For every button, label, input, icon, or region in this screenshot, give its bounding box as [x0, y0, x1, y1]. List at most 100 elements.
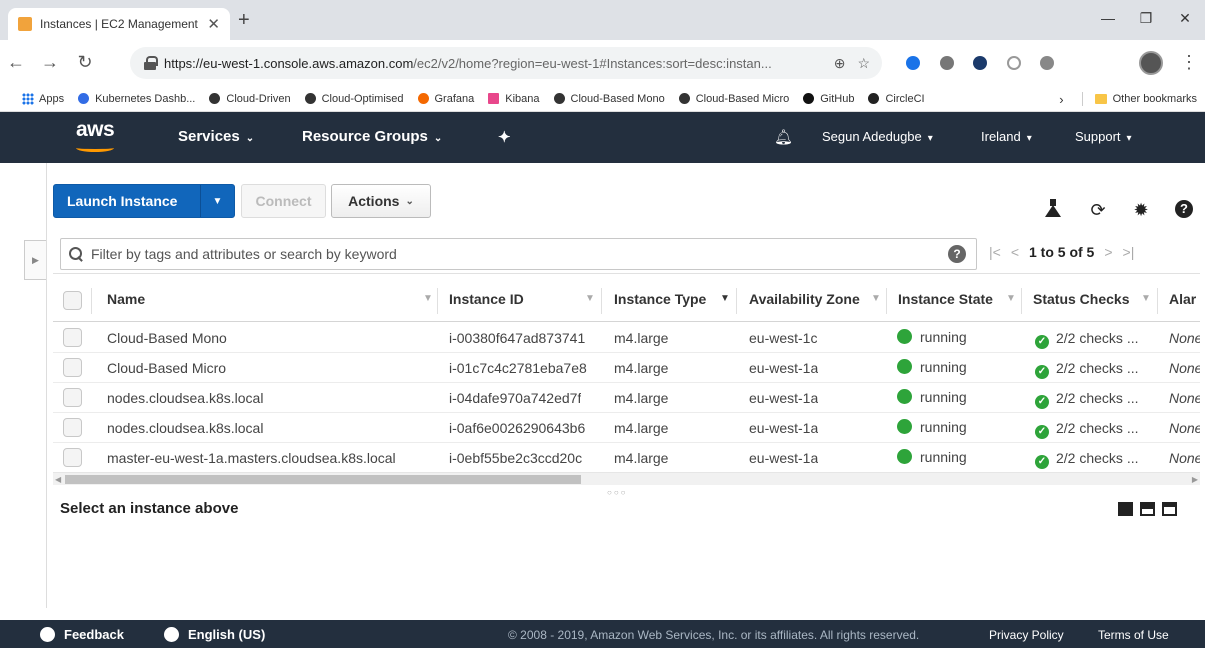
- table-row[interactable]: nodes.cloudsea.k8s.local i-0af6e00262906…: [53, 413, 1200, 443]
- sort-icon[interactable]: ▼: [1006, 293, 1016, 304]
- zoom-icon[interactable]: ⊕: [834, 55, 846, 72]
- table-row[interactable]: master-eu-west-1a.masters.cloudsea.k8s.l…: [53, 443, 1200, 473]
- connect-button[interactable]: Connect: [241, 184, 326, 218]
- table-row[interactable]: Cloud-Based Micro i-01c7c4c2781eba7e8 m4…: [53, 353, 1200, 383]
- scroll-left-icon[interactable]: ◀: [55, 473, 61, 486]
- launch-instance-button[interactable]: Launch Instance ▼: [53, 184, 235, 218]
- feedback-link[interactable]: Feedback: [40, 627, 124, 642]
- row-checkbox[interactable]: [63, 358, 82, 377]
- prev-page-icon[interactable]: <: [1011, 244, 1019, 260]
- region-menu[interactable]: Ireland ▾: [981, 129, 1032, 144]
- row-checkbox[interactable]: [63, 328, 82, 347]
- minimize-icon[interactable]: —: [1093, 10, 1123, 26]
- bookmark-grafana[interactable]: Grafana: [417, 93, 474, 105]
- actions-button[interactable]: Actions ⌄: [331, 184, 431, 218]
- apps-icon: [22, 92, 34, 105]
- bookmark-label: Cloud-Driven: [226, 92, 291, 105]
- services-menu[interactable]: Services ⌄: [178, 128, 254, 145]
- bookmark-kubernetes[interactable]: Kubernetes Dashb...: [78, 93, 195, 105]
- extension-icon[interactable]: [1040, 56, 1054, 70]
- reload-icon[interactable]: ↻: [73, 52, 97, 72]
- pane-resize-handle[interactable]: ○○○: [607, 488, 628, 497]
- column-header-alarm-status[interactable]: Alar: [1169, 291, 1196, 307]
- sort-icon[interactable]: ▼: [585, 293, 595, 304]
- bookmark-kibana[interactable]: Kibana: [488, 93, 540, 105]
- search-help-icon[interactable]: ?: [948, 245, 966, 263]
- layout-full-icon[interactable]: [1118, 502, 1133, 516]
- scroll-right-icon[interactable]: ▶: [1192, 473, 1198, 486]
- back-icon[interactable]: ←: [4, 52, 28, 72]
- sort-icon[interactable]: ▼: [423, 293, 433, 304]
- resource-groups-menu[interactable]: Resource Groups ⌄: [302, 128, 442, 145]
- divider: [601, 288, 602, 314]
- status-checks: ✓ 2/2 checks ...: [1035, 420, 1138, 439]
- extension-icon[interactable]: [906, 56, 920, 70]
- column-header-name[interactable]: Name: [107, 291, 145, 307]
- column-header-instance-state[interactable]: Instance State: [898, 291, 993, 307]
- bookmark-cloud-based-mono[interactable]: Cloud-Based Mono: [553, 93, 665, 105]
- row-checkbox[interactable]: [63, 418, 82, 437]
- bookmark-github[interactable]: GitHub: [803, 93, 854, 105]
- new-tab-icon[interactable]: +: [238, 10, 250, 30]
- horizontal-scrollbar[interactable]: ◀ ▶: [53, 472, 1200, 485]
- help-icon[interactable]: ?: [1175, 200, 1193, 218]
- column-header-instance-id[interactable]: Instance ID: [449, 291, 524, 307]
- beaker-icon[interactable]: [1045, 199, 1061, 217]
- restore-icon[interactable]: ❐: [1131, 10, 1161, 27]
- last-page-icon[interactable]: >|: [1123, 244, 1135, 260]
- close-tab-icon[interactable]: ✕: [207, 15, 220, 33]
- browser-tab[interactable]: Instances | EC2 Management C ✕: [8, 8, 230, 40]
- expand-sidebar-toggle[interactable]: ▶: [24, 240, 46, 280]
- status-checks: ✓ 2/2 checks ...: [1035, 390, 1138, 409]
- other-bookmarks[interactable]: Other bookmarks: [1113, 93, 1197, 105]
- bookmark-apps[interactable]: Apps: [22, 92, 64, 105]
- profile-avatar[interactable]: [1139, 51, 1163, 75]
- forward-icon[interactable]: →: [38, 52, 62, 72]
- gear-icon[interactable]: ✹: [1130, 200, 1152, 221]
- column-header-instance-type[interactable]: Instance Type: [614, 291, 706, 307]
- select-all-checkbox[interactable]: [63, 291, 82, 310]
- next-page-icon[interactable]: >: [1104, 244, 1112, 260]
- support-menu[interactable]: Support ▾: [1075, 129, 1132, 144]
- column-header-status-checks[interactable]: Status Checks: [1033, 291, 1129, 307]
- extension-icon[interactable]: [1007, 56, 1021, 70]
- browser-menu-icon[interactable]: ⋮: [1180, 52, 1198, 73]
- scrollbar-thumb[interactable]: [65, 475, 581, 484]
- account-menu[interactable]: Segun Adedugbe ▾: [822, 129, 933, 144]
- url-text: https://eu-west-1.console.aws.amazon.com…: [164, 56, 822, 71]
- bookmark-cloud-driven[interactable]: Cloud-Driven: [209, 92, 291, 105]
- search-input[interactable]: Filter by tags and attributes or search …: [60, 238, 977, 270]
- sort-icon[interactable]: ▼: [1141, 293, 1151, 304]
- table-row[interactable]: Cloud-Based Mono i-00380f647ad873741 m4.…: [53, 323, 1200, 353]
- layout-split-icon[interactable]: [1140, 502, 1155, 516]
- privacy-policy-link[interactable]: Privacy Policy: [989, 628, 1064, 642]
- table-row[interactable]: nodes.cloudsea.k8s.local i-04dafe970a742…: [53, 383, 1200, 413]
- terms-of-use-link[interactable]: Terms of Use: [1098, 628, 1169, 642]
- aws-console-nav: aws Services ⌄ Resource Groups ⌄ ✦ 🔔︎ Segu…: [0, 112, 1205, 163]
- pin-icon[interactable]: ✦: [498, 128, 511, 146]
- instance-name: nodes.cloudsea.k8s.local: [107, 390, 264, 406]
- copyright-text: © 2008 - 2019, Amazon Web Services, Inc.…: [508, 628, 920, 642]
- row-checkbox[interactable]: [63, 448, 82, 467]
- extension-icon[interactable]: [973, 56, 987, 70]
- bell-icon[interactable]: 🔔︎: [774, 128, 793, 146]
- sort-icon[interactable]: ▼: [720, 293, 730, 304]
- first-page-icon[interactable]: |<: [989, 244, 1001, 260]
- bookmark-cloud-optimised[interactable]: Cloud-Optimised: [304, 93, 404, 105]
- language-selector[interactable]: English (US): [164, 627, 265, 642]
- row-checkbox[interactable]: [63, 388, 82, 407]
- extension-icon[interactable]: [940, 56, 954, 70]
- aws-logo[interactable]: aws: [76, 118, 115, 142]
- globe-icon: [164, 627, 179, 642]
- column-header-availability-zone[interactable]: Availability Zone: [749, 291, 860, 307]
- layout-top-icon[interactable]: [1162, 502, 1177, 516]
- refresh-icon[interactable]: ⟳: [1087, 200, 1109, 221]
- chevron-right-icon[interactable]: ›: [1059, 92, 1063, 107]
- sort-icon[interactable]: ▼: [871, 293, 881, 304]
- launch-dropdown-icon[interactable]: ▼: [201, 196, 234, 207]
- bookmark-circleci[interactable]: CircleCI: [868, 93, 925, 105]
- close-window-icon[interactable]: ✕: [1170, 10, 1200, 27]
- bookmark-cloud-based-micro[interactable]: Cloud-Based Micro: [678, 93, 789, 105]
- bookmark-star-icon[interactable]: ☆: [857, 55, 870, 72]
- address-bar[interactable]: https://eu-west-1.console.aws.amazon.com…: [130, 47, 882, 79]
